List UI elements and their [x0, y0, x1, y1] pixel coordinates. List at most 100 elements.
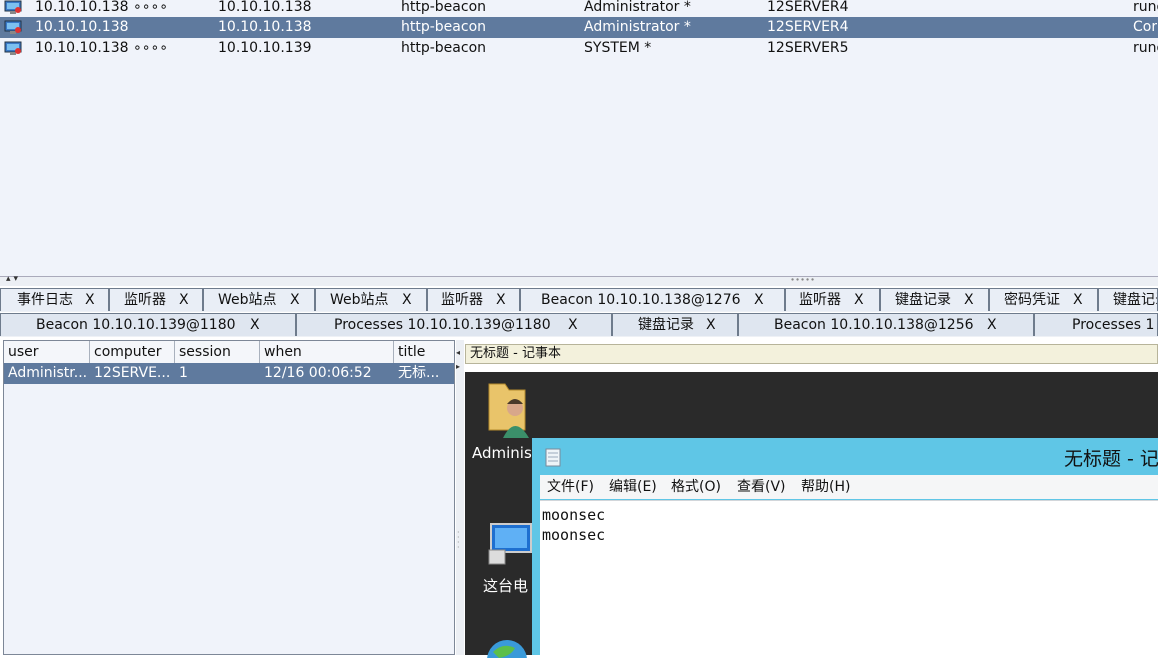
- arrow-left-icon[interactable]: ◂: [456, 348, 460, 357]
- session-user: Administrator *: [584, 19, 691, 35]
- monitor-icon: [4, 0, 22, 14]
- tab-close-icon[interactable]: X: [568, 314, 578, 336]
- tab-web-sites[interactable]: Web站点 X: [203, 288, 315, 311]
- tab-close-icon[interactable]: X: [987, 314, 997, 336]
- session-listener: http-beacon: [401, 0, 487, 15]
- session-process: rund: [1133, 40, 1158, 56]
- screenshot-title: 无标题 - 记事本: [465, 344, 1158, 364]
- table-header: user computer session when title: [4, 341, 454, 364]
- tab-label: 监听器: [441, 292, 483, 308]
- text-line: moonsec: [542, 506, 606, 524]
- session-row[interactable]: 10.10.10.138 ∘∘∘∘ 10.10.10.138 http-beac…: [0, 0, 1158, 18]
- session-computer: 12SERVER5: [767, 40, 849, 56]
- tab-close-icon[interactable]: X: [250, 314, 260, 336]
- cell-title: 无标...: [398, 365, 440, 381]
- notepad-title: 无标题 - 记: [1064, 448, 1158, 470]
- horizontal-splitter[interactable]: ▴▾ ∙∙∙∙∙: [0, 274, 1158, 286]
- menu-view[interactable]: 查看(V): [737, 475, 786, 499]
- tab-close-icon[interactable]: X: [706, 314, 716, 336]
- collapse-arrows-icon[interactable]: ▴▾: [6, 274, 21, 284]
- tab-keystrokes-active[interactable]: 键盘记录 X: [612, 313, 738, 336]
- tab-label: Beacon 10.10.10.139@1180: [36, 317, 236, 333]
- notepad-titlebar: 无标题 - 记: [532, 438, 1158, 475]
- computer-icon: [488, 523, 532, 565]
- tab-beacon[interactable]: Beacon 10.10.10.138@1276 X: [520, 288, 785, 311]
- tab-close-icon[interactable]: X: [179, 289, 189, 311]
- tab-label: 事件日志: [17, 292, 73, 308]
- text-line: moonsec: [542, 526, 606, 544]
- notepad-menu-bar: 文件(F) 编辑(E) 格式(O) 查看(V) 帮助(H): [540, 475, 1158, 499]
- arrow-right-icon[interactable]: ▸: [456, 362, 460, 371]
- session-row-selected[interactable]: 10.10.10.138 10.10.10.138 http-beacon Ad…: [0, 17, 1158, 38]
- session-user: Administrator *: [584, 0, 691, 15]
- cell-computer: 12SERVE...: [94, 365, 171, 381]
- session-external: 10.10.10.138: [35, 19, 129, 35]
- tab-close-icon[interactable]: X: [290, 289, 300, 311]
- desktop-icon-label: Adminis: [472, 444, 532, 462]
- session-row[interactable]: 10.10.10.138 ∘∘∘∘ 10.10.10.139 http-beac…: [0, 38, 1158, 59]
- session-internal: 10.10.10.139: [218, 40, 312, 56]
- sessions-table: 10.10.10.138 ∘∘∘∘ 10.10.10.138 http-beac…: [0, 0, 1158, 277]
- column-header-when[interactable]: when: [260, 341, 394, 363]
- session-computer: 12SERVER4: [767, 19, 849, 35]
- session-external: 10.10.10.138 ∘∘∘∘: [35, 40, 169, 56]
- grip-icon[interactable]: ∙∙∙∙∙: [790, 275, 815, 284]
- tab-keystrokes[interactable]: 键盘记录 X: [880, 288, 989, 311]
- tab-label: 密码凭证: [1004, 292, 1060, 308]
- tab-beacon[interactable]: Beacon 10.10.10.139@1180 X: [0, 313, 296, 336]
- monitor-icon: [4, 20, 22, 34]
- column-header-session[interactable]: session: [175, 341, 260, 363]
- cell-user: Administr...: [8, 365, 88, 381]
- tab-bar-top: 事件日志 X 监听器 X Web站点 X Web站点 X 监听器 X Beacon 10.…: [0, 288, 1158, 312]
- tab-label: 键盘记录: [895, 292, 951, 308]
- tab-label: Beacon 10.10.10.138@1276: [541, 292, 741, 308]
- tab-keystrokes[interactable]: 键盘记录: [1098, 288, 1158, 311]
- monitor-icon: [4, 41, 22, 55]
- menu-edit[interactable]: 编辑(E): [609, 475, 657, 499]
- tab-close-icon[interactable]: X: [496, 289, 506, 311]
- tab-close-icon[interactable]: X: [854, 289, 864, 311]
- tab-close-icon[interactable]: X: [402, 289, 412, 311]
- tab-label: Web站点: [330, 292, 389, 308]
- tab-close-icon[interactable]: X: [754, 289, 764, 311]
- grip-icon[interactable]: · · · ·: [457, 529, 460, 552]
- tab-beacon[interactable]: Beacon 10.10.10.138@1256 X: [738, 313, 1034, 336]
- tab-close-icon[interactable]: X: [85, 289, 95, 311]
- tab-label: Processes 10.10.10.139@1180: [334, 317, 551, 333]
- keystrokes-table: user computer session when title Adminis…: [3, 340, 455, 655]
- tab-processes[interactable]: Processes 10.10.10.139@1180 X: [296, 313, 612, 336]
- session-listener: http-beacon: [401, 19, 487, 35]
- session-listener: http-beacon: [401, 40, 487, 56]
- tab-listeners[interactable]: 监听器 X: [427, 288, 520, 311]
- menu-file[interactable]: 文件(F): [547, 475, 594, 499]
- tab-listeners[interactable]: 监听器 X: [785, 288, 880, 311]
- table-row[interactable]: Administr... 12SERVE... 1 12/16 00:06:52…: [4, 363, 454, 384]
- session-process: Cor: [1133, 19, 1158, 35]
- column-header-user[interactable]: user: [4, 341, 90, 363]
- tab-close-icon[interactable]: X: [964, 289, 974, 311]
- tab-processes[interactable]: Processes 1: [1034, 313, 1158, 336]
- tab-label: Processes 1: [1072, 317, 1155, 333]
- menu-format[interactable]: 格式(O): [671, 475, 721, 499]
- tab-listeners[interactable]: 监听器 X: [109, 288, 203, 311]
- session-computer: 12SERVER4: [767, 0, 849, 15]
- session-user: SYSTEM *: [584, 40, 652, 56]
- column-header-title[interactable]: title: [394, 341, 454, 363]
- session-process: rund: [1133, 0, 1158, 15]
- column-header-computer[interactable]: computer: [90, 341, 175, 363]
- tab-label: Web站点: [218, 292, 277, 308]
- notepad-text-area[interactable]: moonsec moonsec: [540, 500, 1158, 656]
- cell-session: 1: [179, 365, 188, 381]
- tab-event-log[interactable]: 事件日志 X: [0, 288, 109, 311]
- session-external: 10.10.10.138 ∘∘∘∘: [35, 0, 169, 15]
- tab-credentials[interactable]: 密码凭证 X: [989, 288, 1098, 311]
- tab-label: 键盘记录: [638, 317, 694, 333]
- notepad-icon: [545, 448, 561, 467]
- vertical-splitter[interactable]: ◂ ▸ · · · ·: [456, 340, 464, 655]
- folder-user-icon: [488, 383, 529, 438]
- tab-close-icon[interactable]: X: [1073, 289, 1083, 311]
- menu-help[interactable]: 帮助(H): [801, 475, 850, 499]
- tab-web-sites[interactable]: Web站点 X: [315, 288, 427, 311]
- tab-label: 监听器: [799, 292, 841, 308]
- globe-icon: [487, 640, 527, 658]
